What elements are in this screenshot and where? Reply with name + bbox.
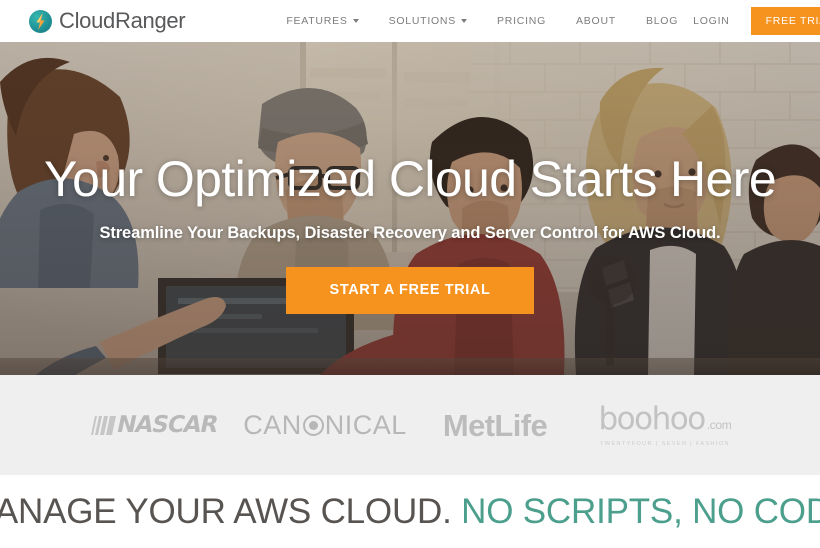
- boohoo-tagline: TWENTYFOUR | SEVEN | FASHION: [600, 440, 730, 447]
- client-logo-canonical: CAN NICAL: [240, 409, 410, 440]
- nascar-stripes-icon: [90, 415, 117, 435]
- nav-item-blog[interactable]: BLOG: [631, 15, 693, 27]
- nav-item-solutions[interactable]: SOLUTIONS: [374, 15, 482, 27]
- chevron-down-icon: [352, 19, 359, 23]
- hero-section: Your Optimized Cloud Starts Here Streaml…: [0, 42, 820, 375]
- nav-item-about[interactable]: ABOUT: [561, 15, 631, 27]
- hero-content: Your Optimized Cloud Starts Here Streaml…: [0, 42, 820, 375]
- canonical-wordmark-before: CAN: [243, 409, 302, 440]
- login-link[interactable]: LOGIN: [693, 15, 729, 27]
- hero-headline: Your Optimized Cloud Starts Here: [43, 151, 777, 207]
- canonical-circle-icon: [302, 414, 324, 436]
- client-logo-nascar: NASCAR: [70, 411, 240, 438]
- boohoo-wordmark: boohoo: [598, 400, 706, 437]
- main-navigation: FEATURES SOLUTIONS PRICING ABOUT BLOG: [271, 15, 693, 27]
- client-logo-metlife: MetLife: [410, 410, 580, 441]
- value-proposition-section: MANAGE YOUR AWS CLOUD. NO SCRIPTS, NO CO…: [0, 475, 820, 548]
- lightning-bolt-circle-icon: [29, 9, 52, 33]
- client-logo-bar: NASCAR CAN NICAL MetLife boohoo .com TWE…: [0, 375, 820, 475]
- chevron-down-icon: [461, 19, 468, 23]
- brand-name: CloudRanger: [59, 8, 186, 33]
- nav-item-features[interactable]: FEATURES: [271, 15, 373, 27]
- nascar-wordmark: NASCAR: [114, 411, 220, 438]
- headline-part-teal: NO SCRIPTS, NO CODE: [451, 492, 820, 531]
- free-trial-button[interactable]: FREE TRIAL: [750, 6, 820, 36]
- start-free-trial-button[interactable]: START A FREE TRIAL: [285, 267, 535, 314]
- client-logo-boohoo: boohoo .com TWENTYFOUR | SEVEN | FASHION: [580, 400, 750, 447]
- nav-item-pricing[interactable]: PRICING: [482, 15, 561, 27]
- canonical-wordmark-after: NICAL: [324, 409, 407, 440]
- hero-subheadline: Streamline Your Backups, Disaster Recove…: [99, 224, 721, 242]
- metlife-wordmark: MetLife: [442, 407, 548, 443]
- header-actions: LOGIN FREE TRIAL: [693, 6, 820, 36]
- boohoo-domain-suffix: .com: [706, 417, 732, 432]
- nav-label-features: FEATURES: [286, 15, 348, 27]
- nav-label-solutions: SOLUTIONS: [388, 15, 457, 27]
- brand-logo[interactable]: CloudRanger: [29, 8, 186, 34]
- site-header: CloudRanger FEATURES SOLUTIONS PRICING A…: [0, 0, 820, 42]
- value-proposition-headline: MANAGE YOUR AWS CLOUD. NO SCRIPTS, NO CO…: [0, 494, 820, 529]
- headline-part-dark: MANAGE YOUR AWS CLOUD.: [0, 492, 452, 531]
